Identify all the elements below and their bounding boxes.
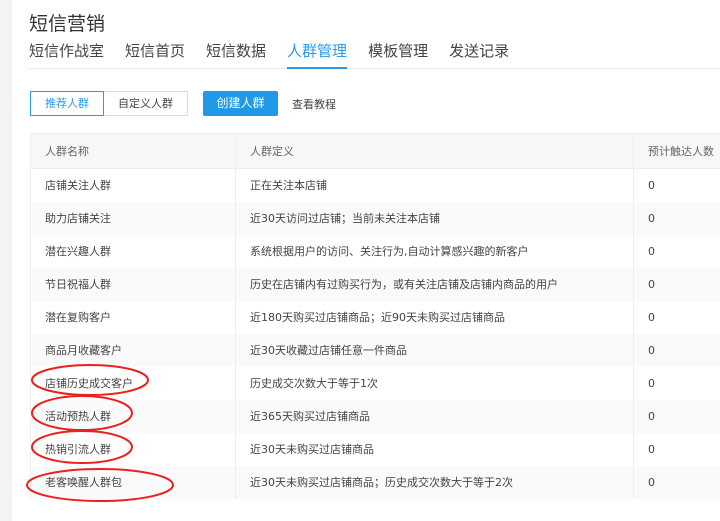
audience-table: 人群名称 人群定义 预计触达人数 店铺关注人群 正在关注本店铺 0 助力店铺关注 近30… xyxy=(30,133,720,499)
column-header-name: 人群名称 xyxy=(30,133,236,169)
column-header-reach: 预计触达人数 xyxy=(633,133,720,169)
tab-template-management[interactable]: 模板管理 xyxy=(368,40,428,69)
create-audience-button[interactable]: 创建人群 xyxy=(203,91,278,116)
audience-name-cell: 活动预热人群 xyxy=(30,399,236,433)
audience-name-cell: 潜在兴趣人群 xyxy=(30,234,236,268)
tab-bar: 短信作战室 短信首页 短信数据 人群管理 模板管理 发送记录 xyxy=(29,40,720,69)
table-row[interactable]: 潜在兴趣人群 系统根据用户的访问、关注行为,自动计算感兴趣的新客户 0 xyxy=(30,234,720,268)
table-row[interactable]: 助力店铺关注 近30天访问过店铺；当前未关注本店铺 0 xyxy=(30,201,720,235)
audience-definition-cell: 近30天访问过店铺；当前未关注本店铺 xyxy=(235,201,634,235)
audience-name-cell: 店铺历史成交客户 xyxy=(30,366,236,400)
table-row[interactable]: 热销引流人群 近30天未购买过店铺商品 0 xyxy=(30,432,720,466)
audience-name-cell: 潜在复购客户 xyxy=(30,300,236,334)
reach-count-cell: 0 xyxy=(633,168,720,202)
reach-count-cell: 0 xyxy=(633,399,720,433)
left-sidebar-strip xyxy=(0,0,12,521)
table-row[interactable]: 商品月收藏客户 近30天收藏过店铺任意一件商品 0 xyxy=(30,333,720,367)
recommended-audience-button[interactable]: 推荐人群 xyxy=(30,91,104,116)
custom-audience-button[interactable]: 自定义人群 xyxy=(104,91,188,116)
audience-name-cell: 老客唤醒人群包 xyxy=(30,465,236,499)
reach-count-cell: 0 xyxy=(633,234,720,268)
page-title: 短信营销 xyxy=(29,13,106,35)
reach-count-cell: 0 xyxy=(633,432,720,466)
audience-definition-cell: 近180天购买过店铺商品；近90天未购买过店铺商品 xyxy=(235,300,634,334)
table-row[interactable]: 店铺关注人群 正在关注本店铺 0 xyxy=(30,168,720,202)
audience-definition-cell: 历史成交次数大于等于1次 xyxy=(235,366,634,400)
tab-audience-management[interactable]: 人群管理 xyxy=(287,40,348,69)
audience-name-cell: 商品月收藏客户 xyxy=(30,333,236,367)
tab-send-records[interactable]: 发送记录 xyxy=(449,40,509,69)
audience-definition-cell: 近30天收藏过店铺任意一件商品 xyxy=(235,333,634,367)
audience-name-cell: 热销引流人群 xyxy=(30,432,236,466)
tab-sms-warroom[interactable]: 短信作战室 xyxy=(29,40,104,69)
tab-sms-home[interactable]: 短信首页 xyxy=(125,40,185,69)
table-row[interactable]: 潜在复购客户 近180天购买过店铺商品；近90天未购买过店铺商品 0 xyxy=(30,300,720,334)
audience-name-cell: 店铺关注人群 xyxy=(30,168,236,202)
reach-count-cell: 0 xyxy=(633,201,720,235)
audience-definition-cell: 近30天未购买过店铺商品；历史成交次数大于等于2次 xyxy=(235,465,634,499)
audience-definition-cell: 近30天未购买过店铺商品 xyxy=(235,432,634,466)
audience-name-cell: 节日祝福人群 xyxy=(30,267,236,301)
reach-count-cell: 0 xyxy=(633,366,720,400)
reach-count-cell: 0 xyxy=(633,465,720,499)
reach-count-cell: 0 xyxy=(633,267,720,301)
reach-count-cell: 0 xyxy=(633,333,720,367)
audience-type-toggle: 推荐人群 自定义人群 xyxy=(30,91,188,116)
tab-sms-data[interactable]: 短信数据 xyxy=(206,40,266,69)
table-row[interactable]: 店铺历史成交客户 历史成交次数大于等于1次 0 xyxy=(30,366,720,400)
audience-name-cell: 助力店铺关注 xyxy=(30,201,236,235)
reach-count-cell: 0 xyxy=(633,300,720,334)
table-row[interactable]: 节日祝福人群 历史在店铺内有过购买行为，或有关注店铺及店铺内商品的用户 0 xyxy=(30,267,720,301)
audience-definition-cell: 系统根据用户的访问、关注行为,自动计算感兴趣的新客户 xyxy=(235,234,634,268)
table-row[interactable]: 老客唤醒人群包 近30天未购买过店铺商品；历史成交次数大于等于2次 0 xyxy=(30,465,720,499)
audience-definition-cell: 正在关注本店铺 xyxy=(235,168,634,202)
table-row[interactable]: 活动预热人群 近365天购买过店铺商品 0 xyxy=(30,399,720,433)
column-header-definition: 人群定义 xyxy=(235,133,634,169)
view-tutorial-link[interactable]: 查看教程 xyxy=(292,96,336,112)
audience-definition-cell: 历史在店铺内有过购买行为，或有关注店铺及店铺内商品的用户 xyxy=(235,267,634,301)
audience-definition-cell: 近365天购买过店铺商品 xyxy=(235,399,634,433)
